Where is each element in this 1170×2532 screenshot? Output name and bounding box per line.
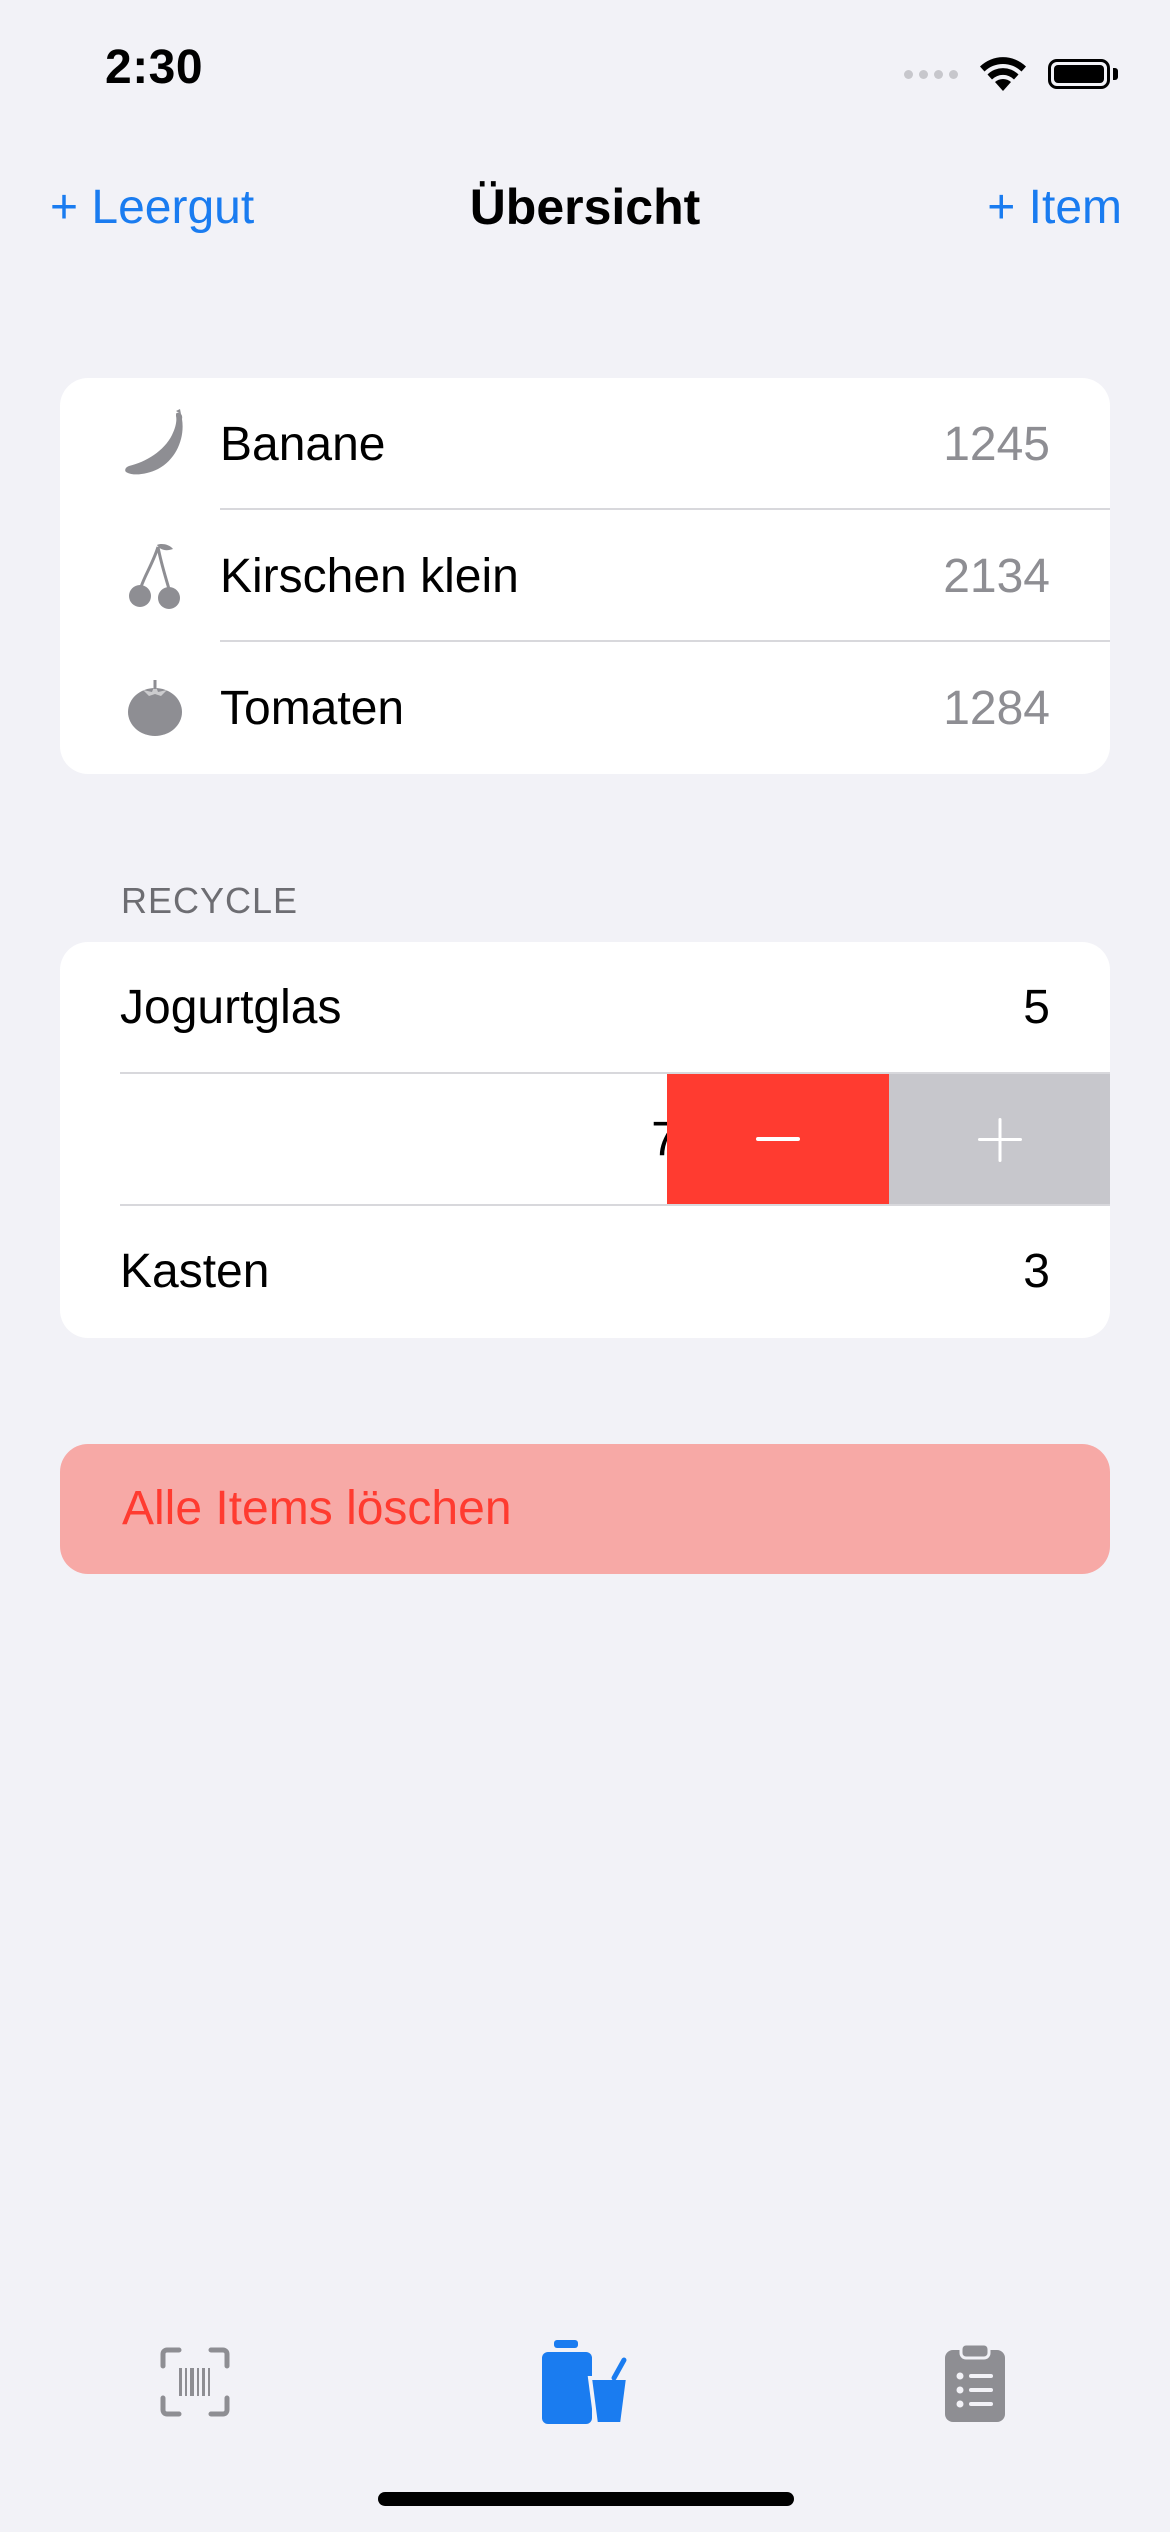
recycle-row-swiped[interactable]: 7 xyxy=(60,1074,1110,1206)
increment-button[interactable] xyxy=(889,1074,1110,1206)
list-item[interactable]: Banane 1245 xyxy=(60,378,1110,510)
minus-icon xyxy=(756,1137,800,1141)
recycle-count: 3 xyxy=(1023,1245,1050,1298)
delete-all-items-button[interactable]: Alle Items löschen xyxy=(60,1444,1110,1574)
section-header-recycle: RECYCLE xyxy=(121,880,299,921)
navigation-bar: + Leergut Übersicht + Item xyxy=(0,160,1170,260)
cellular-signal-icon xyxy=(904,69,958,79)
tab-recycle[interactable] xyxy=(525,2332,645,2432)
recycle-row[interactable]: Jogurtglas 5 xyxy=(60,942,1110,1074)
status-time: 2:30 xyxy=(105,41,204,94)
recycle-row[interactable]: Kasten 3 xyxy=(60,1206,1110,1338)
recycle-count: 5 xyxy=(1023,981,1050,1034)
item-label: Banane xyxy=(220,417,386,471)
item-value: 2134 xyxy=(943,549,1050,603)
battery-icon xyxy=(1048,59,1118,89)
recycle-list: Jogurtglas 5 7 Kasten 3 xyxy=(60,942,1110,1338)
bottle-cup-icon xyxy=(542,2340,630,2424)
banana-icon xyxy=(122,378,188,510)
tab-scanner[interactable] xyxy=(135,2332,255,2432)
item-value: 1245 xyxy=(943,417,1050,471)
home-indicator xyxy=(378,2492,794,2506)
item-label: Tomaten xyxy=(220,681,405,735)
item-label: Kirschen klein xyxy=(220,549,519,603)
delete-all-items-label: Alle Items löschen xyxy=(122,1482,512,1535)
list-item[interactable]: Tomaten 1284 xyxy=(60,642,1110,774)
tomato-icon xyxy=(122,642,188,774)
list-item[interactable]: Kirschen klein 2134 xyxy=(60,510,1110,642)
clipboard-list-icon xyxy=(945,2342,1005,2422)
tab-bar xyxy=(0,2282,1170,2532)
add-item-button[interactable]: + Item xyxy=(987,180,1122,235)
status-icons xyxy=(904,52,1118,96)
items-list: Banane 1245 Kirschen klein 2134 Tomaten xyxy=(60,378,1110,774)
decrement-button[interactable] xyxy=(667,1074,889,1206)
wifi-icon xyxy=(978,55,1028,93)
recycle-label: Jogurtglas xyxy=(120,981,342,1034)
recycle-label: Kasten xyxy=(120,1245,270,1298)
item-value: 1284 xyxy=(943,681,1050,735)
swipe-actions xyxy=(667,1074,1110,1206)
status-bar: 2:30 xyxy=(0,0,1170,150)
tab-list[interactable] xyxy=(915,2332,1035,2432)
plus-icon xyxy=(977,1118,1022,1162)
cherries-icon xyxy=(122,510,188,642)
barcode-scan-icon xyxy=(160,2347,230,2417)
